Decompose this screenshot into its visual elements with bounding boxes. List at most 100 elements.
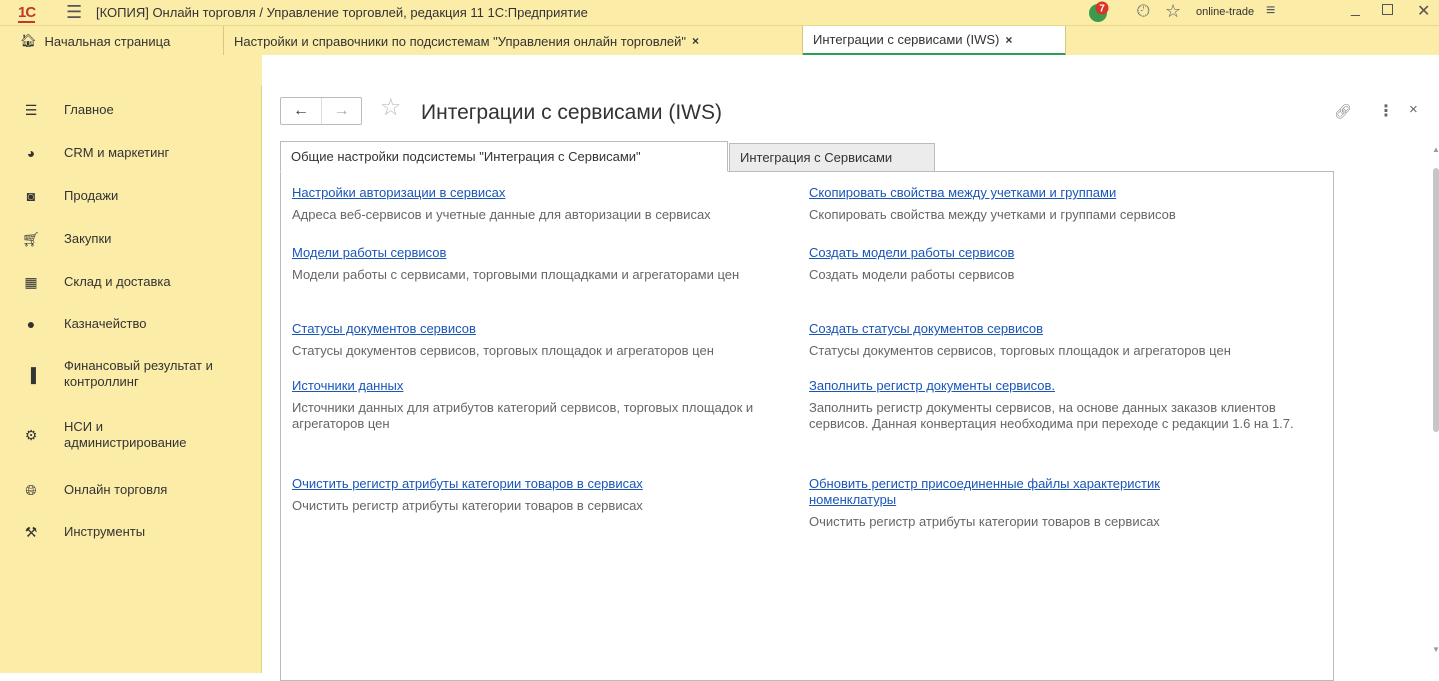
close-form-icon[interactable]: × bbox=[1409, 101, 1418, 118]
home-icon: 🏠︎ bbox=[20, 33, 37, 48]
clear-attributes-register-link[interactable]: Очистить регистр атрибуты категории това… bbox=[292, 476, 802, 492]
tab-content-panel: Настройки авторизации в сервисах Адреса … bbox=[280, 171, 1334, 681]
item-description: Модели работы с сервисами, торговыми пло… bbox=[292, 267, 740, 282]
menu-lines-icon: ☰ bbox=[24, 101, 38, 118]
sidebar-item-online-trade[interactable]: 🌐︎ Онлайн торговля bbox=[0, 480, 262, 500]
tab-integration-services[interactable]: Интеграция с Сервисами bbox=[729, 143, 935, 172]
sidebar-item-main[interactable]: ☰ Главное bbox=[0, 100, 262, 120]
sidebar-item-warehouse[interactable]: ▦ Склад и доставка bbox=[0, 272, 262, 292]
sidebar-item-crm[interactable]: ◕ CRM и маркетинг bbox=[0, 143, 262, 163]
sidebar-item-label: Продажи bbox=[64, 188, 119, 203]
tab-label: Интеграции с сервисами (IWS) bbox=[813, 32, 1000, 47]
sidebar-item-nsi-admin[interactable]: ⚙ НСИ и администрирование bbox=[0, 419, 262, 455]
back-button[interactable]: ← bbox=[281, 98, 321, 124]
favorites-star-icon[interactable]: ☆ bbox=[1165, 1, 1181, 22]
list-item: Создать статусы документов сервисов Стат… bbox=[809, 321, 1329, 359]
data-sources-link[interactable]: Источники данных bbox=[292, 378, 782, 394]
list-item: Скопировать свойства между учетками и гр… bbox=[809, 185, 1329, 223]
list-item: Обновить регистр присоединенные файлы ха… bbox=[809, 476, 1249, 530]
list-item: Создать модели работы сервисов Создать м… bbox=[809, 245, 1329, 283]
service-models-link[interactable]: Модели работы сервисов bbox=[292, 245, 802, 261]
sidebar-item-label: Инструменты bbox=[64, 524, 146, 539]
item-description: Заполнить регистр документы сервисов, на… bbox=[809, 400, 1294, 431]
globe-icon: 🌐︎ bbox=[25, 481, 37, 498]
close-window-button[interactable]: ✕ bbox=[1417, 1, 1430, 21]
list-item: Очистить регистр атрибуты категории това… bbox=[292, 476, 802, 514]
tab-label: Настройки и справочники по подсистемам "… bbox=[234, 33, 687, 49]
sidebar-item-label: Онлайн торговля bbox=[64, 482, 168, 497]
item-description: Скопировать свойства между учетками и гр… bbox=[809, 207, 1176, 222]
list-item: Модели работы сервисов Модели работы с с… bbox=[292, 245, 802, 283]
user-name[interactable]: online-trade bbox=[1196, 6, 1254, 18]
form: ← → ☆ Интеграции с сервисами (IWS) 🔗︎ ⋮ … bbox=[263, 86, 1439, 681]
sidebar-item-label: Закупки bbox=[64, 231, 112, 246]
gear-icon: ⚙ bbox=[24, 427, 38, 443]
warehouse-icon: ▦ bbox=[24, 273, 38, 290]
list-item: Статусы документов сервисов Статусы доку… bbox=[292, 321, 802, 359]
sidebar-item-sales[interactable]: ◙ Продажи bbox=[0, 186, 262, 206]
sidebar-item-treasury[interactable]: ● Казначейство bbox=[0, 314, 262, 334]
copy-properties-link[interactable]: Скопировать свойства между учетками и гр… bbox=[809, 185, 1329, 201]
sidebar-top bbox=[0, 55, 262, 86]
form-title: Интеграции с сервисами (IWS) bbox=[421, 101, 723, 124]
history-icon[interactable]: 🕘︎ bbox=[1137, 3, 1150, 21]
bar-chart-icon: ▐ bbox=[26, 367, 36, 383]
tab-home[interactable]: 🏠︎ Начальная страница bbox=[0, 26, 224, 56]
more-actions-icon[interactable]: ⋮ bbox=[1378, 101, 1394, 121]
create-service-models-link[interactable]: Создать модели работы сервисов bbox=[809, 245, 1329, 261]
nav-buttons: ← → bbox=[280, 97, 362, 125]
item-description: Статусы документов сервисов, торговых пл… bbox=[809, 343, 1231, 358]
tab-integrations[interactable]: Интеграции с сервисами (IWS) × bbox=[803, 26, 1066, 56]
window-title: [КОПИЯ] Онлайн торговля / Управление тор… bbox=[96, 5, 588, 20]
pie-chart-icon: ◕ bbox=[26, 145, 36, 161]
item-description: Статусы документов сервисов, торговых пл… bbox=[292, 343, 714, 358]
sidebar-item-label: Главное bbox=[64, 102, 114, 117]
item-description: Создать модели работы сервисов bbox=[809, 267, 1015, 282]
list-item: Настройки авторизации в сервисах Адреса … bbox=[292, 185, 802, 223]
link-icon[interactable]: 🔗︎ bbox=[1334, 103, 1352, 120]
close-tab-icon[interactable]: × bbox=[1005, 33, 1012, 47]
minimize-button[interactable]: _ bbox=[1351, 0, 1360, 18]
ruble-coin-icon: ● bbox=[26, 316, 36, 332]
notifications-icon: 7 bbox=[1089, 1, 1109, 22]
sidebar-item-label: НСИ и администрирование bbox=[64, 419, 187, 450]
create-document-statuses-link[interactable]: Создать статусы документов сервисов bbox=[809, 321, 1329, 337]
fill-documents-register-link[interactable]: Заполнить регистр документы сервисов. bbox=[809, 378, 1314, 394]
maximize-button[interactable] bbox=[1382, 4, 1393, 15]
sidebar-item-tools[interactable]: ⚒ Инструменты bbox=[0, 522, 262, 542]
forward-button[interactable]: → bbox=[321, 98, 361, 124]
sidebar-item-label: Склад и доставка bbox=[64, 274, 171, 289]
sidebar-item-finance[interactable]: ▐ Финансовый результат и контроллинг bbox=[0, 358, 262, 390]
sidebar-item-label: CRM и маркетинг bbox=[64, 145, 170, 160]
sidebar-item-label: Финансовый результат и контроллинг bbox=[64, 358, 213, 389]
settings-menu-icon[interactable]: ≡ bbox=[1266, 2, 1275, 20]
item-description: Адреса веб-сервисов и учетные данные для… bbox=[292, 207, 711, 222]
notifications-button[interactable]: 7 bbox=[1088, 1, 1110, 23]
update-attached-files-register-link[interactable]: Обновить регистр присоединенные файлы ха… bbox=[809, 476, 1249, 508]
title-bar: 1С ☰ [КОПИЯ] Онлайн торговля / Управлени… bbox=[0, 0, 1439, 56]
tools-icon: ⚒ bbox=[24, 523, 38, 540]
document-statuses-link[interactable]: Статусы документов сервисов bbox=[292, 321, 802, 337]
tab-label: Начальная страница bbox=[44, 33, 171, 49]
list-item: Источники данных Источники данных для ат… bbox=[292, 378, 782, 432]
sidebar-item-purchases[interactable]: 🛒︎ Закупки bbox=[0, 229, 262, 249]
cart-icon: 🛒︎ bbox=[22, 230, 40, 247]
list-item: Заполнить регистр документы сервисов. За… bbox=[809, 378, 1314, 432]
scrollbar-thumb[interactable] bbox=[1433, 168, 1439, 432]
app-logo: 1С bbox=[18, 4, 36, 23]
tab-general-settings[interactable]: Общие настройки подсистемы "Интеграция с… bbox=[280, 141, 728, 172]
main-menu-icon[interactable]: ☰ bbox=[66, 3, 82, 21]
scroll-up-arrow[interactable]: ▲ bbox=[1432, 145, 1439, 154]
auth-settings-link[interactable]: Настройки авторизации в сервисах bbox=[292, 185, 802, 201]
form-header-area bbox=[263, 55, 1439, 86]
item-description: Очистить регистр атрибуты категории това… bbox=[292, 498, 643, 513]
scroll-down-arrow[interactable]: ▼ bbox=[1432, 645, 1439, 654]
tab-settings-directories[interactable]: Настройки и справочники по подсистемам "… bbox=[224, 26, 803, 56]
sidebar-item-label: Казначейство bbox=[64, 316, 147, 331]
item-description: Очистить регистр атрибуты категории това… bbox=[809, 514, 1160, 529]
favorite-star-icon[interactable]: ☆ bbox=[380, 93, 402, 122]
tab-bar: 🏠︎ Начальная страница Настройки и справо… bbox=[0, 25, 1439, 56]
item-description: Источники данных для атрибутов категорий… bbox=[292, 400, 754, 431]
close-tab-icon[interactable]: × bbox=[692, 34, 699, 48]
notifications-count: 7 bbox=[1099, 4, 1105, 15]
